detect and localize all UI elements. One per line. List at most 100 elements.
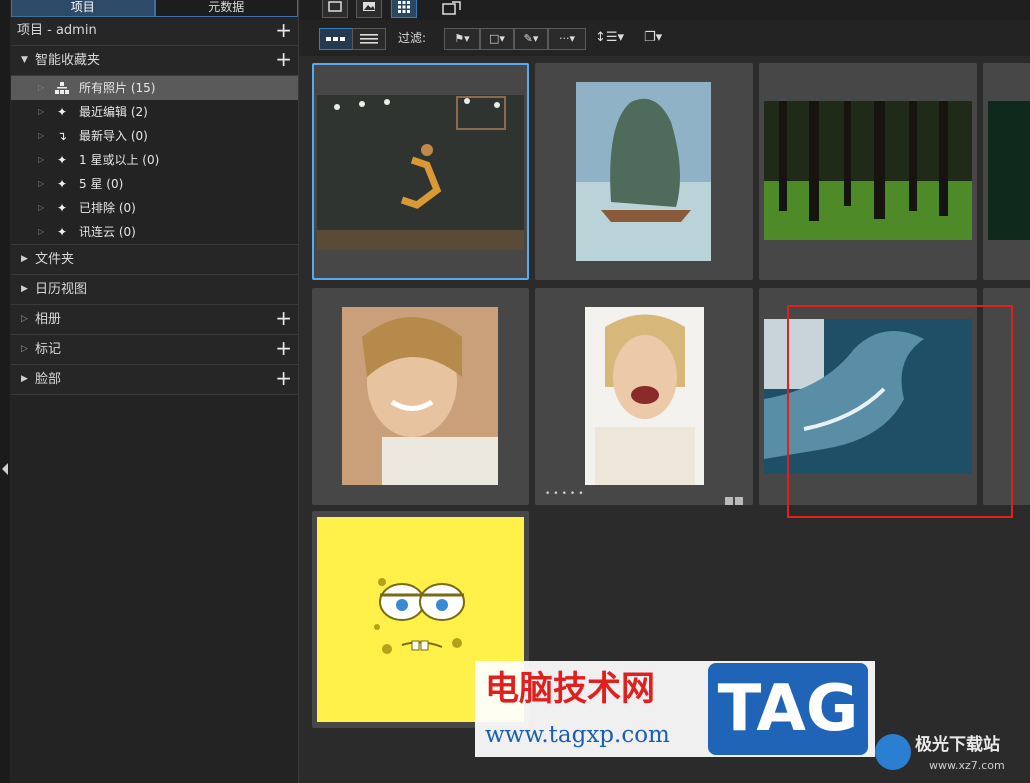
more-icon: ···▾ [558,32,575,45]
add-face-icon[interactable]: + [275,365,292,391]
photo-cell-forest[interactable] [759,63,977,280]
collapsed-triangle-icon: ▶ [21,254,28,264]
magic-wand-icon: ✦ [56,201,68,215]
watermark-cn-text: 电脑技术网 [485,669,655,709]
add-project-icon[interactable]: + [275,17,292,43]
smart-item-all-photos[interactable]: ▷ 所有照片 (15) [11,76,298,100]
expand-icon[interactable]: ▷ [38,100,44,124]
magic-wand-icon: ✦ [56,153,68,167]
stack-dropdown[interactable]: ❐▾ [644,28,662,48]
photo-cell-woman-laugh[interactable]: ••••• [535,288,753,505]
smart-item-excluded[interactable]: ▷ ✦ 已排除 (0) [11,196,298,220]
rectangle-icon: □▾ [489,32,505,45]
smart-item-recent-edits[interactable]: ▷ ✦ 最近编辑 (2) [11,100,298,124]
import-arrow-icon: ↴ [56,129,68,143]
tab-metadata[interactable]: 元数据 [154,0,298,16]
filter-label: 过滤: [398,31,427,45]
expand-icon[interactable]: ▷ [38,148,44,172]
flag-icon: ⚑▾ [454,32,470,45]
stack-icon: ❐▾ [644,30,663,45]
flag-markers[interactable] [723,490,743,505]
smart-item-label: 最新导入 (0) [79,129,148,143]
tab-project[interactable]: 项目 [11,0,155,16]
hierarchy-icon [55,81,69,95]
collapsed-triangle-icon: ▷ [21,344,28,354]
expand-icon[interactable]: ▷ [38,196,44,220]
collapsed-triangle-icon: ▶ [21,284,28,294]
more-filter-dropdown[interactable]: ···▾ [548,28,586,50]
add-smart-collection-icon[interactable]: + [275,46,292,72]
magic-wand-icon: ✦ [56,105,68,119]
photo-thumbnail[interactable] [764,101,972,240]
photo-thumbnail[interactable] [342,307,498,485]
photo-thumbnail[interactable] [988,101,1030,240]
project-header: 项目 - admin + [11,17,298,46]
section-faces[interactable]: ▶ 脸部 + [11,365,298,395]
sort-icon: ↕☰▾ [595,30,625,45]
section-label: 标记 [35,342,62,357]
smart-collections-header[interactable]: ▼ 智能收藏夹 + [11,46,298,76]
smart-item-cloud[interactable]: ▷ ✦ 讯连云 (0) [11,220,298,244]
section-label: 相册 [35,312,62,327]
expand-icon[interactable]: ▷ [38,124,44,148]
pen-filter-dropdown[interactable]: ✎▾ [514,28,548,50]
section-albums[interactable]: ▷ 相册 + [11,305,298,335]
expanded-triangle-icon: ▼ [21,55,28,65]
smart-item-1-star[interactable]: ▷ ✦ 1 星或以上 (0) [11,148,298,172]
rectangle-filter-dropdown[interactable]: □▾ [480,28,514,50]
section-label: 脸部 [35,372,62,387]
rating-dots[interactable]: ••••• [545,489,587,499]
reject-icon[interactable] [735,497,743,505]
photo-thumbnail[interactable] [317,95,524,250]
expand-icon[interactable]: ▷ [38,172,44,196]
section-folders[interactable]: ▶ 文件夹 [11,245,298,275]
grid-view-button[interactable] [391,0,417,18]
section-label: 日历视图 [35,282,88,297]
landscape-view-button[interactable] [356,0,382,18]
photo-thumbnail[interactable] [585,307,704,485]
filter-toolbar: 过滤: ⚑▾ □▾ ✎▾ ···▾ ↕☰▾ ❐▾ [299,20,1030,56]
smart-item-label: 最近编辑 (2) [79,105,148,119]
smart-item-label: 已排除 (0) [79,201,136,215]
watermark-url: www.tagxp.com [485,722,670,748]
collapse-strip[interactable] [0,0,10,783]
view-mode-toolbar [299,0,1030,20]
collapsed-triangle-icon: ▷ [21,314,28,324]
add-album-icon[interactable]: + [275,305,292,331]
flag-icon[interactable] [725,497,733,505]
export-icon[interactable] [440,0,464,16]
section-label: 文件夹 [35,252,75,267]
magic-wand-icon: ✦ [56,225,68,239]
thumbnail-view-button[interactable] [319,28,353,50]
smart-item-label: 1 星或以上 (0) [79,153,160,167]
watermark-tag-logo: TAG [708,663,868,755]
section-calendar[interactable]: ▶ 日历视图 [11,275,298,305]
photo-cell-rock-boat[interactable] [535,63,753,280]
smart-item-latest-import[interactable]: ▷ ↴ 最新导入 (0) [11,124,298,148]
single-view-button[interactable] [322,0,348,18]
collapse-arrow-icon[interactable] [2,463,8,475]
sidebar: 项目 元数据 项目 - admin + ▼ 智能收藏夹 + ▷ 所有照片 (15… [11,0,299,783]
photo-thumbnail[interactable] [576,82,711,261]
watermark-banner: 电脑技术网 www.tagxp.com TAG [475,661,875,757]
smart-item-label: 所有照片 (15) [79,81,156,95]
expand-icon[interactable]: ▷ [38,76,44,100]
project-label: 项目 - admin [17,23,97,38]
flag-filter-dropdown[interactable]: ⚑▾ [444,28,480,50]
smart-collections-title: 智能收藏夹 [35,53,101,68]
highlight-box [787,305,1013,518]
smart-item-5-star[interactable]: ▷ ✦ 5 星 (0) [11,172,298,196]
photo-cell-woman-smile[interactable] [312,288,529,505]
collapsed-triangle-icon: ▶ [21,374,28,384]
smart-collections-list: ▷ 所有照片 (15) ▷ ✦ 最近编辑 (2) ▷ ↴ 最新导入 (0) ▷ … [11,76,298,245]
magic-wand-icon: ✦ [56,177,68,191]
site-name: 极光下载站 [915,735,1000,755]
photo-cell-partial[interactable] [983,63,1030,280]
sidebar-tabs: 项目 元数据 [11,0,298,17]
list-view-button[interactable] [352,28,386,50]
photo-cell-basketball[interactable] [312,63,529,280]
expand-icon[interactable]: ▷ [38,220,44,244]
sort-dropdown[interactable]: ↕☰▾ [595,28,624,48]
section-tags[interactable]: ▷ 标记 + [11,335,298,365]
add-tag-icon[interactable]: + [275,335,292,361]
